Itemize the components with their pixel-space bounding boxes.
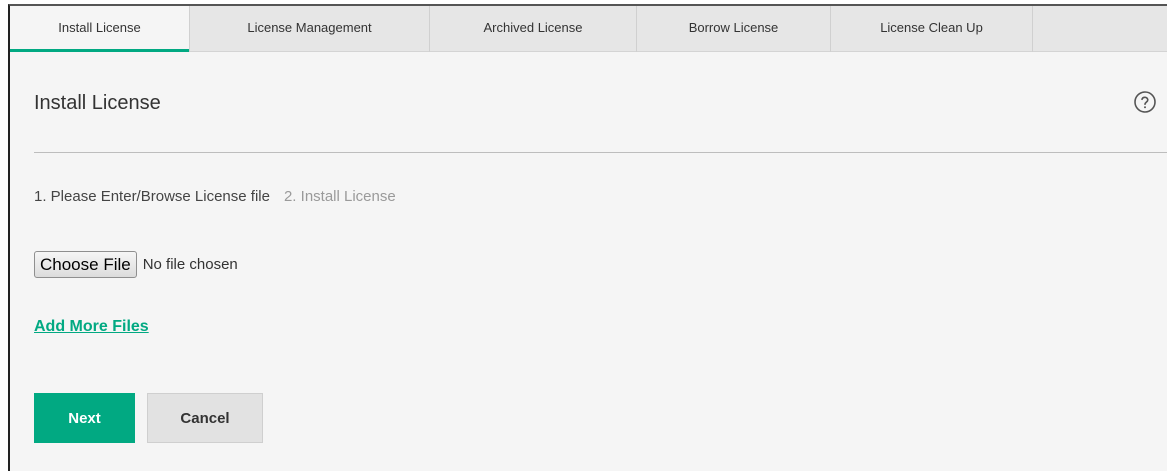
tab-install-license[interactable]: Install License (10, 6, 190, 52)
tab-label: Archived License (483, 19, 583, 35)
cancel-button[interactable]: Cancel (147, 393, 263, 443)
step-2-label: 2. Install License (283, 188, 396, 205)
file-status-text: No file chosen (142, 256, 238, 273)
next-button[interactable]: Next (34, 393, 135, 443)
tab-label: License Clean Up (880, 19, 983, 35)
choose-file-button[interactable]: Choose File (34, 251, 137, 278)
file-picker: Choose File No file chosen (34, 251, 238, 278)
tab-label: License Management (247, 19, 372, 35)
wizard-steps: 1. Please Enter/Browse License file 2. I… (34, 188, 396, 205)
question-circle-icon (1134, 91, 1156, 113)
license-panel: Install License License Management Archi… (8, 4, 1167, 471)
tab-license-management[interactable]: License Management (190, 6, 430, 52)
tab-label: Borrow License (688, 19, 779, 35)
tab-label: Install License (58, 19, 141, 35)
tab-archived-license[interactable]: Archived License (430, 6, 637, 52)
tab-borrow-license[interactable]: Borrow License (637, 6, 831, 52)
add-more-files-link[interactable]: Add More Files (34, 318, 149, 336)
tab-bar: Install License License Management Archi… (10, 6, 1167, 52)
help-button[interactable] (1132, 89, 1158, 115)
title-divider (34, 152, 1167, 153)
page-title: Install License (34, 92, 161, 114)
step-1-label: 1. Please Enter/Browse License file (34, 188, 270, 205)
tab-license-clean-up[interactable]: License Clean Up (831, 6, 1033, 52)
